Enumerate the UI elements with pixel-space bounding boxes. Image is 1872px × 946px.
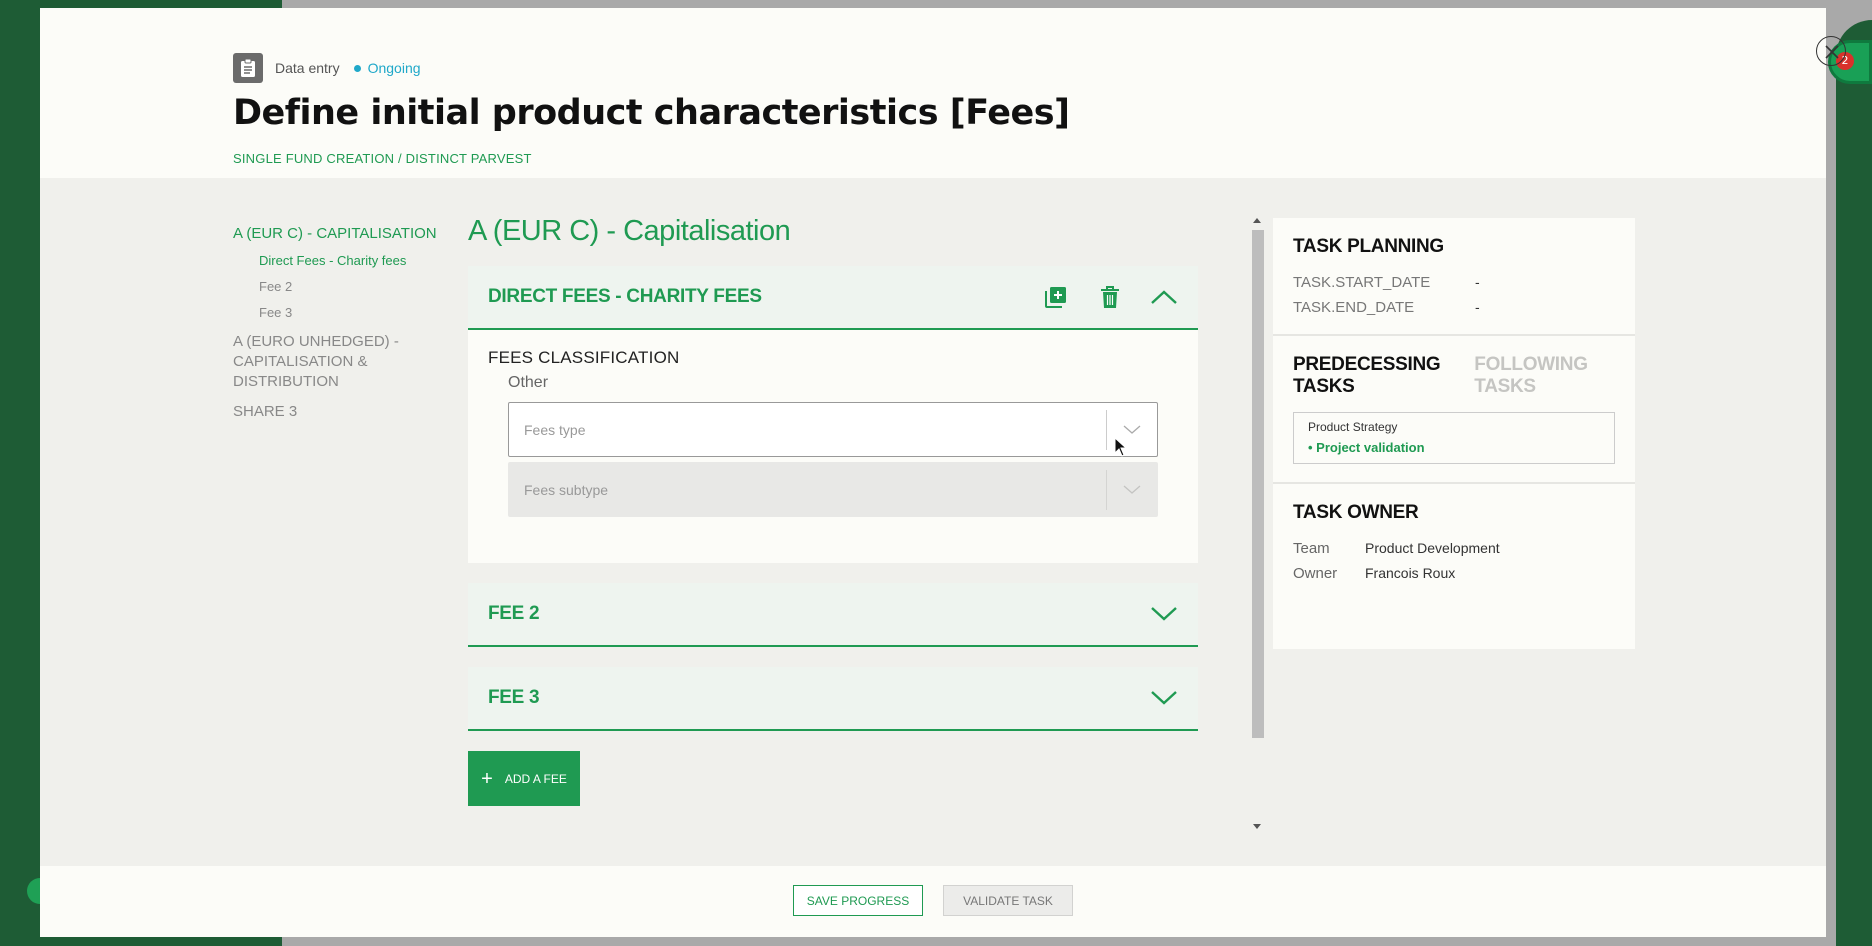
fees-subtype-placeholder: Fees subtype [524,481,609,498]
fee-title: FEE 2 [488,603,540,624]
chevron-down-icon [1151,691,1177,705]
share-class-nav: A (EUR C) - CAPITALISATION Direct Fees -… [233,224,443,422]
fees-classification-label: FEES CLASSIFICATION [488,348,680,367]
save-progress-button[interactable]: SAVE PROGRESS [793,885,923,916]
chevron-up-icon [1151,290,1177,304]
nav-item-fee-3[interactable]: Fee 3 [233,300,443,326]
chevron-down-icon [1151,607,1177,621]
delete-button[interactable] [1096,283,1124,311]
task-modal: Data entry Ongoing Define initial produc… [40,8,1846,937]
close-icon [1825,45,1839,59]
task-link[interactable]: • Project validation [1308,440,1600,455]
task-type: Data entry [275,60,340,76]
fees-type-select[interactable]: Fees type [508,402,1158,457]
task-link-label: Project validation [1316,440,1425,455]
fees-subtype-select: Fees subtype [508,462,1158,517]
fees-type-placeholder: Fees type [524,421,586,438]
chevron-down-icon [1123,485,1141,494]
fee-accordion-fee-2: FEE 2 [468,583,1198,647]
owner-label: Owner [1293,565,1338,582]
close-button[interactable] [1816,36,1846,66]
modal-header: Data entry Ongoing Define initial produc… [233,53,1070,166]
select-arrow [1107,485,1157,495]
clipboard-icon [233,53,263,83]
task-owner-section: TASK OWNER Team Product Development Owne… [1273,484,1635,600]
task-group-label: Product Strategy [1308,420,1398,434]
fee-accordion-header[interactable]: FEE 2 [468,583,1198,645]
fees-editor: A (EUR C) - Capitalisation DIRECT FEES -… [468,208,1198,806]
fee-accordion-header[interactable]: DIRECT FEES - CHARITY FEES [468,266,1198,328]
status-badge: Ongoing [353,60,421,76]
add-fee-button[interactable]: + ADD A FEE [468,751,580,806]
task-planning-section: TASK PLANNING TASK.START_DATE - TASK.END… [1273,218,1635,336]
mouse-cursor-icon [1114,437,1128,457]
related-tasks-tabs: PREDECESSING TASKS FOLLOWING TASKS [1293,354,1615,398]
nav-item-direct-fees[interactable]: Direct Fees - Charity fees [233,248,443,274]
fee-accordion-header[interactable]: FEE 3 [468,667,1198,729]
related-tasks-section: PREDECESSING TASKS FOLLOWING TASKS Produ… [1273,336,1635,484]
team-label: Team [1293,540,1330,557]
chevron-down-icon [1123,425,1141,434]
start-date-value: - [1475,274,1480,290]
collapse-button[interactable] [1150,283,1178,311]
add-fee-label: ADD A FEE [504,771,567,786]
section-title: A (EUR C) - Capitalisation [468,215,791,247]
tab-following-tasks[interactable]: FOLLOWING TASKS [1474,354,1615,398]
status-label: Ongoing [367,60,421,76]
start-date-label: TASK.START_DATE [1293,274,1431,291]
background-right-rail [1836,20,1872,946]
owner-value: Francois Roux [1365,565,1456,581]
task-info-panel: TASK PLANNING TASK.START_DATE - TASK.END… [1273,218,1635,649]
nav-section-euro-unhedged[interactable]: A (EURO UNHEDGED) - CAPITALISATION & DIS… [233,332,413,392]
scroll-down-arrow-icon[interactable] [1253,824,1261,829]
status-dot-icon [353,64,361,72]
trash-icon [1101,286,1119,308]
tab-predecessing-tasks[interactable]: PREDECESSING TASKS [1293,354,1460,398]
fees-classification-value: Other [508,374,549,391]
fee-accordion-direct-fees: DIRECT FEES - CHARITY FEES [468,266,1198,330]
expand-button[interactable] [1150,684,1178,712]
page-title: Define initial product characteristics [… [233,93,1070,133]
task-list: Product Strategy • Project validation [1293,412,1615,464]
fee-title: DIRECT FEES - CHARITY FEES [488,286,762,307]
duplicate-icon [1045,287,1066,308]
plus-icon: + [481,767,493,790]
nav-section-eur-c[interactable]: A (EUR C) - CAPITALISATION [233,224,443,244]
validate-task-button[interactable]: VALIDATE TASK [943,885,1073,916]
fee-accordion-expanded: DIRECT FEES - CHARITY FEES FEES CLASSIFI… [468,266,1198,563]
fee-title: FEE 3 [488,687,540,708]
select-arrow [1107,425,1157,435]
end-date-value: - [1475,299,1480,315]
duplicate-button[interactable] [1042,283,1070,311]
expand-button[interactable] [1150,600,1178,628]
breadcrumb: SINGLE FUND CREATION / DISTINCT PARVEST [233,151,532,166]
nav-item-fee-2[interactable]: Fee 2 [233,274,443,300]
scroll-up-arrow-icon[interactable] [1253,218,1261,223]
modal-body: A (EUR C) - CAPITALISATION Direct Fees -… [40,178,1826,866]
fee-accordion-fee-3: FEE 3 [468,667,1198,731]
fee-accordion-body: FEES CLASSIFICATION Other Fees type Fees… [468,330,1198,563]
task-owner-heading: TASK OWNER [1293,502,1419,523]
scrollbar-thumb[interactable] [1252,230,1264,738]
nav-section-share-3[interactable]: SHARE 3 [233,402,443,422]
end-date-label: TASK.END_DATE [1293,299,1415,316]
task-planning-heading: TASK PLANNING [1293,236,1444,257]
team-value: Product Development [1365,540,1500,556]
